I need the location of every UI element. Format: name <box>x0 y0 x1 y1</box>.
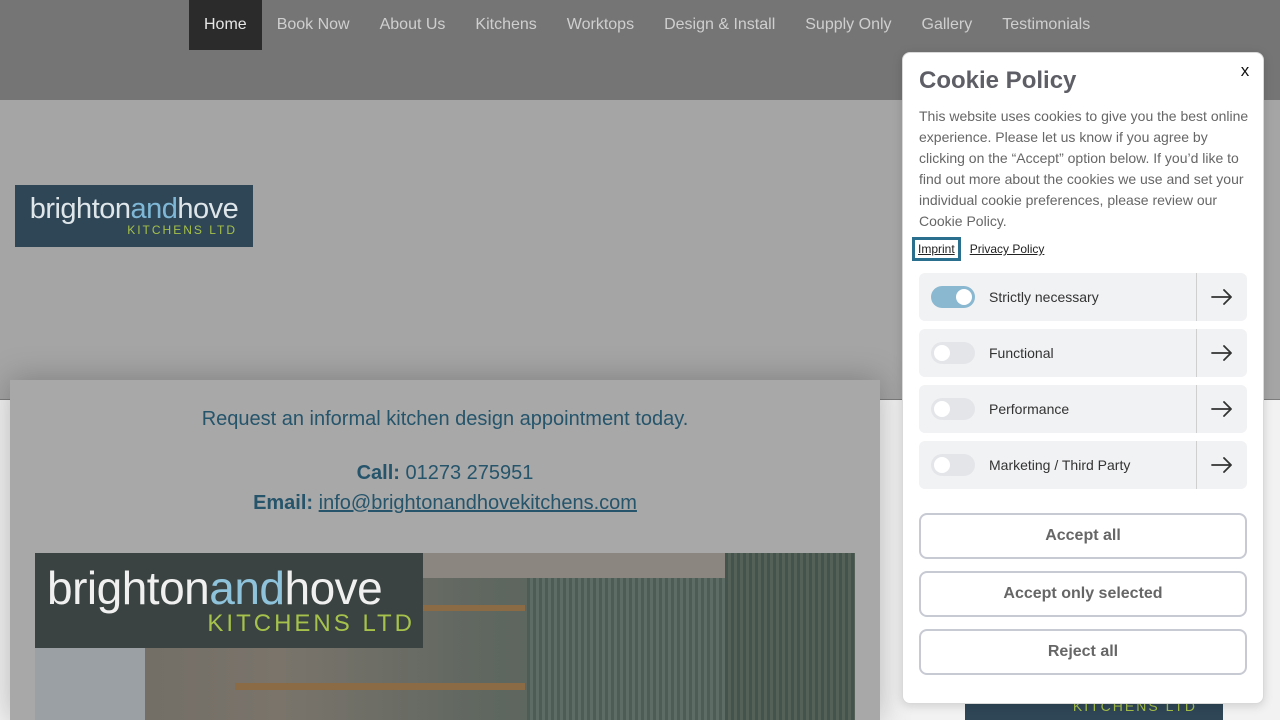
content-card: Request an informal kitchen design appoi… <box>10 380 880 720</box>
photo-panelled-wall-right <box>725 553 855 720</box>
main-nav: Home Book Now About Us Kitchens Worktops… <box>189 0 1105 50</box>
option-label: Strictly necessary <box>989 289 1099 305</box>
option-label: Functional <box>989 345 1054 361</box>
nav-item-home[interactable]: Home <box>189 0 262 50</box>
photo-logo-subtitle: KITCHENS LTD <box>207 609 415 637</box>
photo-panelled-wall <box>527 578 725 720</box>
reject-all-button[interactable]: Reject all <box>919 629 1247 675</box>
site-logo[interactable]: brightonandhove KITCHENS LTD <box>15 185 253 247</box>
strictly-necessary-toggle[interactable] <box>931 286 975 308</box>
imprint-link[interactable]: Imprint <box>912 237 961 261</box>
toggle-knob <box>934 401 950 417</box>
nav-item-design-install[interactable]: Design & Install <box>649 0 790 50</box>
option-label: Performance <box>989 401 1070 417</box>
toggle-knob <box>934 457 950 473</box>
photo-window <box>35 648 145 720</box>
nav-item-worktops[interactable]: Worktops <box>552 0 649 50</box>
close-button[interactable]: x <box>1235 61 1255 81</box>
arrow-right-icon[interactable] <box>1197 329 1247 377</box>
toggle-knob <box>934 345 950 361</box>
arrow-right-icon[interactable] <box>1197 273 1247 321</box>
email-label: Email: <box>253 492 314 514</box>
cookie-option-marketing: Marketing / Third Party <box>919 441 1247 489</box>
cookie-option-performance: Performance <box>919 385 1247 433</box>
photo-shelf-lower <box>235 683 525 690</box>
accept-selected-button[interactable]: Accept only selected <box>919 571 1247 617</box>
call-number: 01273 275951 <box>399 462 534 484</box>
functional-toggle[interactable] <box>931 342 975 364</box>
cookie-description: This website uses cookies to give you th… <box>919 108 1249 229</box>
email-line: Email: info@brightonandhovekitchens.com <box>10 492 880 515</box>
logo-wordmark: brightonandhove <box>29 193 239 225</box>
nav-item-gallery[interactable]: Gallery <box>907 0 988 50</box>
nav-item-kitchens[interactable]: Kitchens <box>460 0 551 50</box>
nav-item-supply-only[interactable]: Supply Only <box>790 0 906 50</box>
kitchen-photo: brightonandhove KITCHENS LTD <box>35 553 855 720</box>
cookie-policy-dialog: x Cookie Policy This website uses cookie… <box>902 52 1264 704</box>
arrow-right-icon[interactable] <box>1197 441 1247 489</box>
logo-subtitle: KITCHENS LTD <box>127 223 237 237</box>
toggle-knob <box>956 289 972 305</box>
arrow-right-icon[interactable] <box>1197 385 1247 433</box>
photo-logo-overlay: brightonandhove KITCHENS LTD <box>35 553 423 648</box>
email-link[interactable]: info@brightonandhovekitchens.com <box>319 492 637 514</box>
privacy-policy-link[interactable]: Privacy Policy <box>967 240 1048 258</box>
accept-all-button[interactable]: Accept all <box>919 513 1247 559</box>
cookie-title: Cookie Policy <box>919 67 1077 94</box>
call-label: Call: <box>356 462 400 484</box>
marketing-toggle[interactable] <box>931 454 975 476</box>
appointment-request-text: Request an informal kitchen design appoi… <box>201 408 689 430</box>
call-line: Call: 01273 275951 <box>10 462 880 485</box>
cookie-option-functional: Functional <box>919 329 1247 377</box>
nav-item-book-now[interactable]: Book Now <box>262 0 365 50</box>
cookie-links: Imprint Privacy Policy <box>912 237 1048 261</box>
cookie-option-strictly-necessary: Strictly necessary <box>919 273 1247 321</box>
nav-item-about-us[interactable]: About Us <box>365 0 461 50</box>
photo-logo-wordmark: brightonandhove <box>47 561 383 614</box>
nav-item-testimonials[interactable]: Testimonials <box>987 0 1105 50</box>
photo-ceiling <box>423 553 733 578</box>
option-label: Marketing / Third Party <box>989 457 1131 473</box>
performance-toggle[interactable] <box>931 398 975 420</box>
